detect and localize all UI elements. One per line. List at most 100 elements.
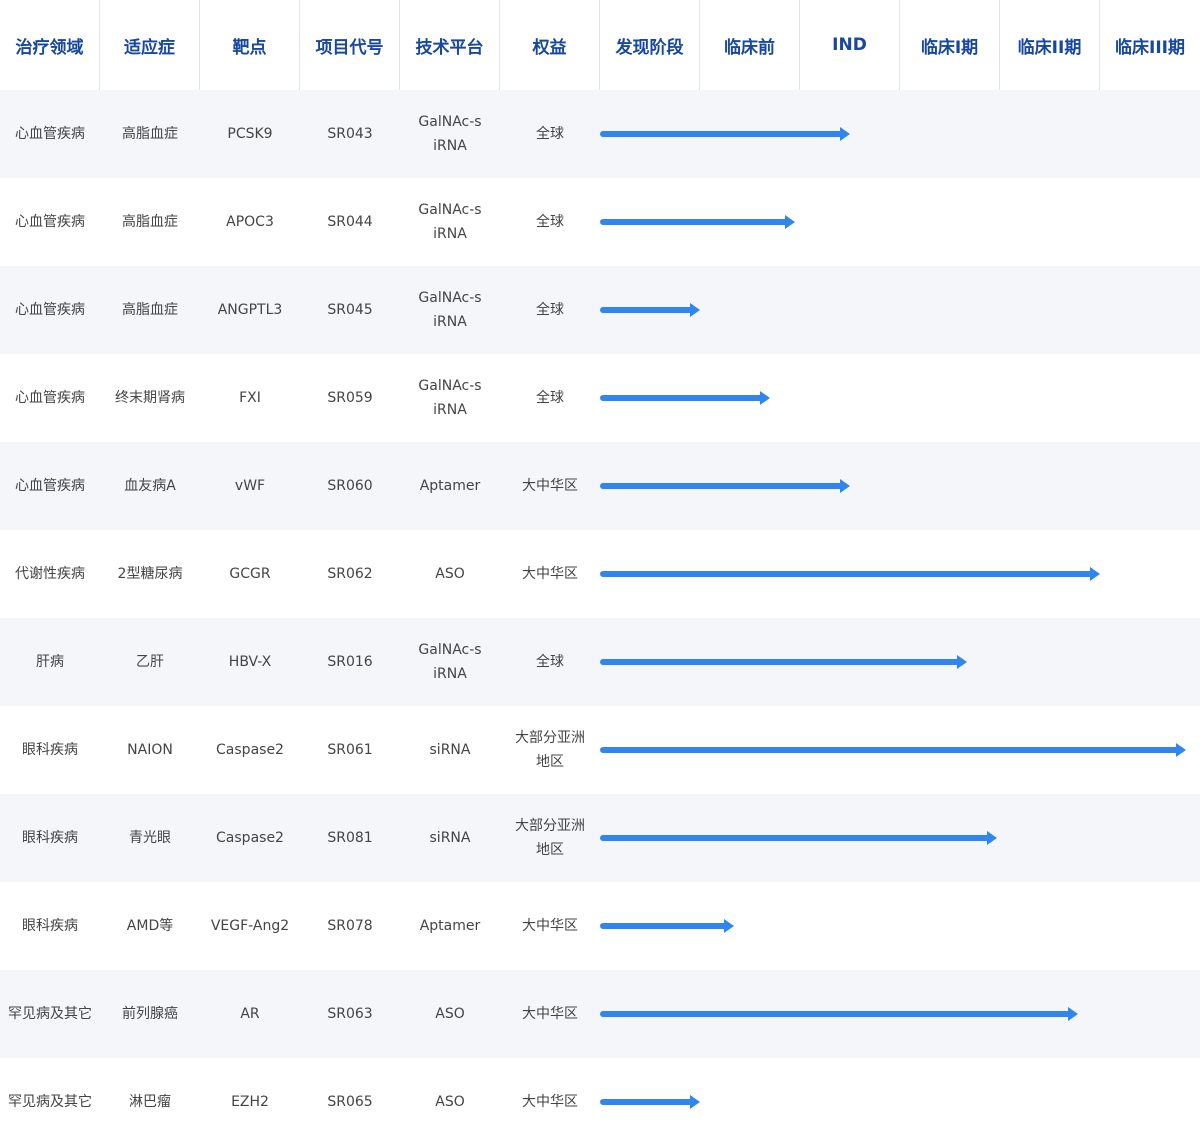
cell-target: Caspase2 [200, 794, 300, 882]
cell-project-code-text: SR043 [327, 126, 373, 142]
cell-project-code: SR078 [300, 882, 400, 970]
table-row: 心血管疾病 高脂血症 APOC3 SR044 GalNAc-siRNA 全球 [0, 178, 1200, 266]
cell-project-code: SR065 [300, 1058, 400, 1146]
cell-therapeutic-area: 罕见病及其它 [0, 970, 100, 1058]
cell-project-code: SR063 [300, 970, 400, 1058]
table-row: 代谢性疾病 2型糖尿病 GCGR SR062 ASO 大中华区 [0, 530, 1200, 618]
cell-indication-text: NAION [127, 742, 173, 758]
cell-rights-text: 全球 [536, 214, 564, 230]
cell-indication-text: 血友病A [124, 478, 176, 494]
cell-therapeutic-area: 心血管疾病 [0, 354, 100, 442]
cell-rights-text: 大中华区 [522, 566, 578, 582]
cell-rights: 全球 [500, 354, 600, 442]
cell-therapeutic-area: 眼科疾病 [0, 882, 100, 970]
progress-track [600, 882, 1200, 970]
progress-track [600, 970, 1200, 1058]
cell-project-code: SR059 [300, 354, 400, 442]
cell-platform: Aptamer [400, 882, 500, 970]
cell-project-code: SR062 [300, 530, 400, 618]
cell-therapeutic-area-text: 心血管疾病 [15, 390, 85, 406]
cell-platform-text: GalNAc-siRNA [418, 202, 482, 242]
cell-target-text: PCSK9 [227, 126, 273, 142]
cell-target: HBV-X [200, 618, 300, 706]
cell-target: APOC3 [200, 178, 300, 266]
cell-rights-text: 大中华区 [522, 1094, 578, 1110]
cell-indication-text: 终末期肾病 [115, 390, 185, 406]
cell-project-code: SR081 [300, 794, 400, 882]
table-row: 心血管疾病 高脂血症 ANGPTL3 SR045 GalNAc-siRNA 全球 [0, 266, 1200, 354]
cell-platform-text: ASO [435, 1006, 465, 1022]
cell-rights: 全球 [500, 266, 600, 354]
header-project-code: 项目代号 [300, 0, 400, 90]
cell-target-text: VEGF-Ang2 [210, 918, 290, 934]
cell-therapeutic-area: 眼科疾病 [0, 794, 100, 882]
progress-track [600, 618, 1200, 706]
header-discovery: 发现阶段 [600, 0, 700, 90]
cell-rights: 大部分亚洲地区 [500, 706, 600, 794]
cell-therapeutic-area-text: 心血管疾病 [15, 126, 85, 142]
cell-target: AR [200, 970, 300, 1058]
cell-indication-text: 高脂血症 [122, 214, 178, 230]
arrow-head-icon [760, 391, 770, 405]
header-preclinical: 临床前 [700, 0, 800, 90]
cell-indication: 乙肝 [100, 618, 200, 706]
progress-track [600, 178, 1200, 266]
table-row: 眼科疾病 NAION Caspase2 SR061 siRNA 大部分亚洲地区 [0, 706, 1200, 794]
progress-track [600, 354, 1200, 442]
cell-therapeutic-area-text: 眼科疾病 [22, 742, 78, 758]
table-row: 眼科疾病 青光眼 Caspase2 SR081 siRNA 大部分亚洲地区 [0, 794, 1200, 882]
cell-target: GCGR [200, 530, 300, 618]
cell-rights-text: 大部分亚洲地区 [515, 818, 585, 858]
cell-indication: 高脂血症 [100, 266, 200, 354]
arrow-head-icon [1090, 567, 1100, 581]
cell-therapeutic-area-text: 眼科疾病 [22, 830, 78, 846]
cell-rights: 全球 [500, 178, 600, 266]
cell-rights: 大中华区 [500, 1058, 600, 1146]
header-phase-3: 临床III期 [1115, 37, 1185, 58]
cell-rights: 大中华区 [500, 530, 600, 618]
table-row: 心血管疾病 终末期肾病 FXI SR059 GalNAc-siRNA 全球 [0, 354, 1200, 442]
cell-indication-text: 淋巴瘤 [129, 1094, 171, 1110]
cell-platform: GalNAc-siRNA [400, 618, 500, 706]
progress-bar [600, 131, 840, 137]
cell-indication-text: 高脂血症 [122, 126, 178, 142]
progress-track [600, 442, 1200, 530]
cell-platform-text: Aptamer [419, 478, 481, 494]
cell-platform: siRNA [400, 706, 500, 794]
cell-project-code-text: SR059 [327, 390, 373, 406]
table-row: 心血管疾病 高脂血症 PCSK9 SR043 GalNAc-siRNA 全球 [0, 90, 1200, 178]
cell-project-code: SR044 [300, 178, 400, 266]
cell-indication: AMD等 [100, 882, 200, 970]
cell-rights-text: 全球 [536, 126, 564, 142]
table-row: 罕见病及其它 前列腺癌 AR SR063 ASO 大中华区 [0, 970, 1200, 1058]
cell-project-code: SR061 [300, 706, 400, 794]
progress-track [600, 1058, 1200, 1146]
cell-target-text: ANGPTL3 [217, 302, 283, 318]
cell-platform: Aptamer [400, 442, 500, 530]
cell-platform-text: GalNAc-siRNA [418, 642, 482, 682]
cell-platform: GalNAc-siRNA [400, 266, 500, 354]
cell-target-text: Caspase2 [216, 830, 284, 846]
cell-therapeutic-area: 代谢性疾病 [0, 530, 100, 618]
cell-therapeutic-area-text: 罕见病及其它 [8, 1006, 92, 1022]
cell-project-code-text: SR060 [327, 478, 373, 494]
pipeline-table: 治疗领域 适应症 靶点 项目代号 技术平台 权益 发现阶段 临床前 IND 临床… [0, 0, 1200, 1146]
progress-bar [600, 923, 724, 929]
progress-bar [600, 747, 1176, 753]
cell-project-code-text: SR061 [327, 742, 373, 758]
arrow-head-icon [785, 215, 795, 229]
cell-indication: 青光眼 [100, 794, 200, 882]
arrow-head-icon [690, 1095, 700, 1109]
cell-project-code: SR016 [300, 618, 400, 706]
cell-platform: ASO [400, 1058, 500, 1146]
cell-platform: ASO [400, 530, 500, 618]
cell-target: FXI [200, 354, 300, 442]
cell-platform: ASO [400, 970, 500, 1058]
cell-target: Caspase2 [200, 706, 300, 794]
cell-rights-text: 全球 [536, 302, 564, 318]
table-row: 眼科疾病 AMD等 VEGF-Ang2 SR078 Aptamer 大中华区 [0, 882, 1200, 970]
cell-target-text: APOC3 [226, 214, 274, 230]
cell-indication: 血友病A [100, 442, 200, 530]
cell-therapeutic-area-text: 眼科疾病 [22, 918, 78, 934]
cell-rights: 大中华区 [500, 970, 600, 1058]
